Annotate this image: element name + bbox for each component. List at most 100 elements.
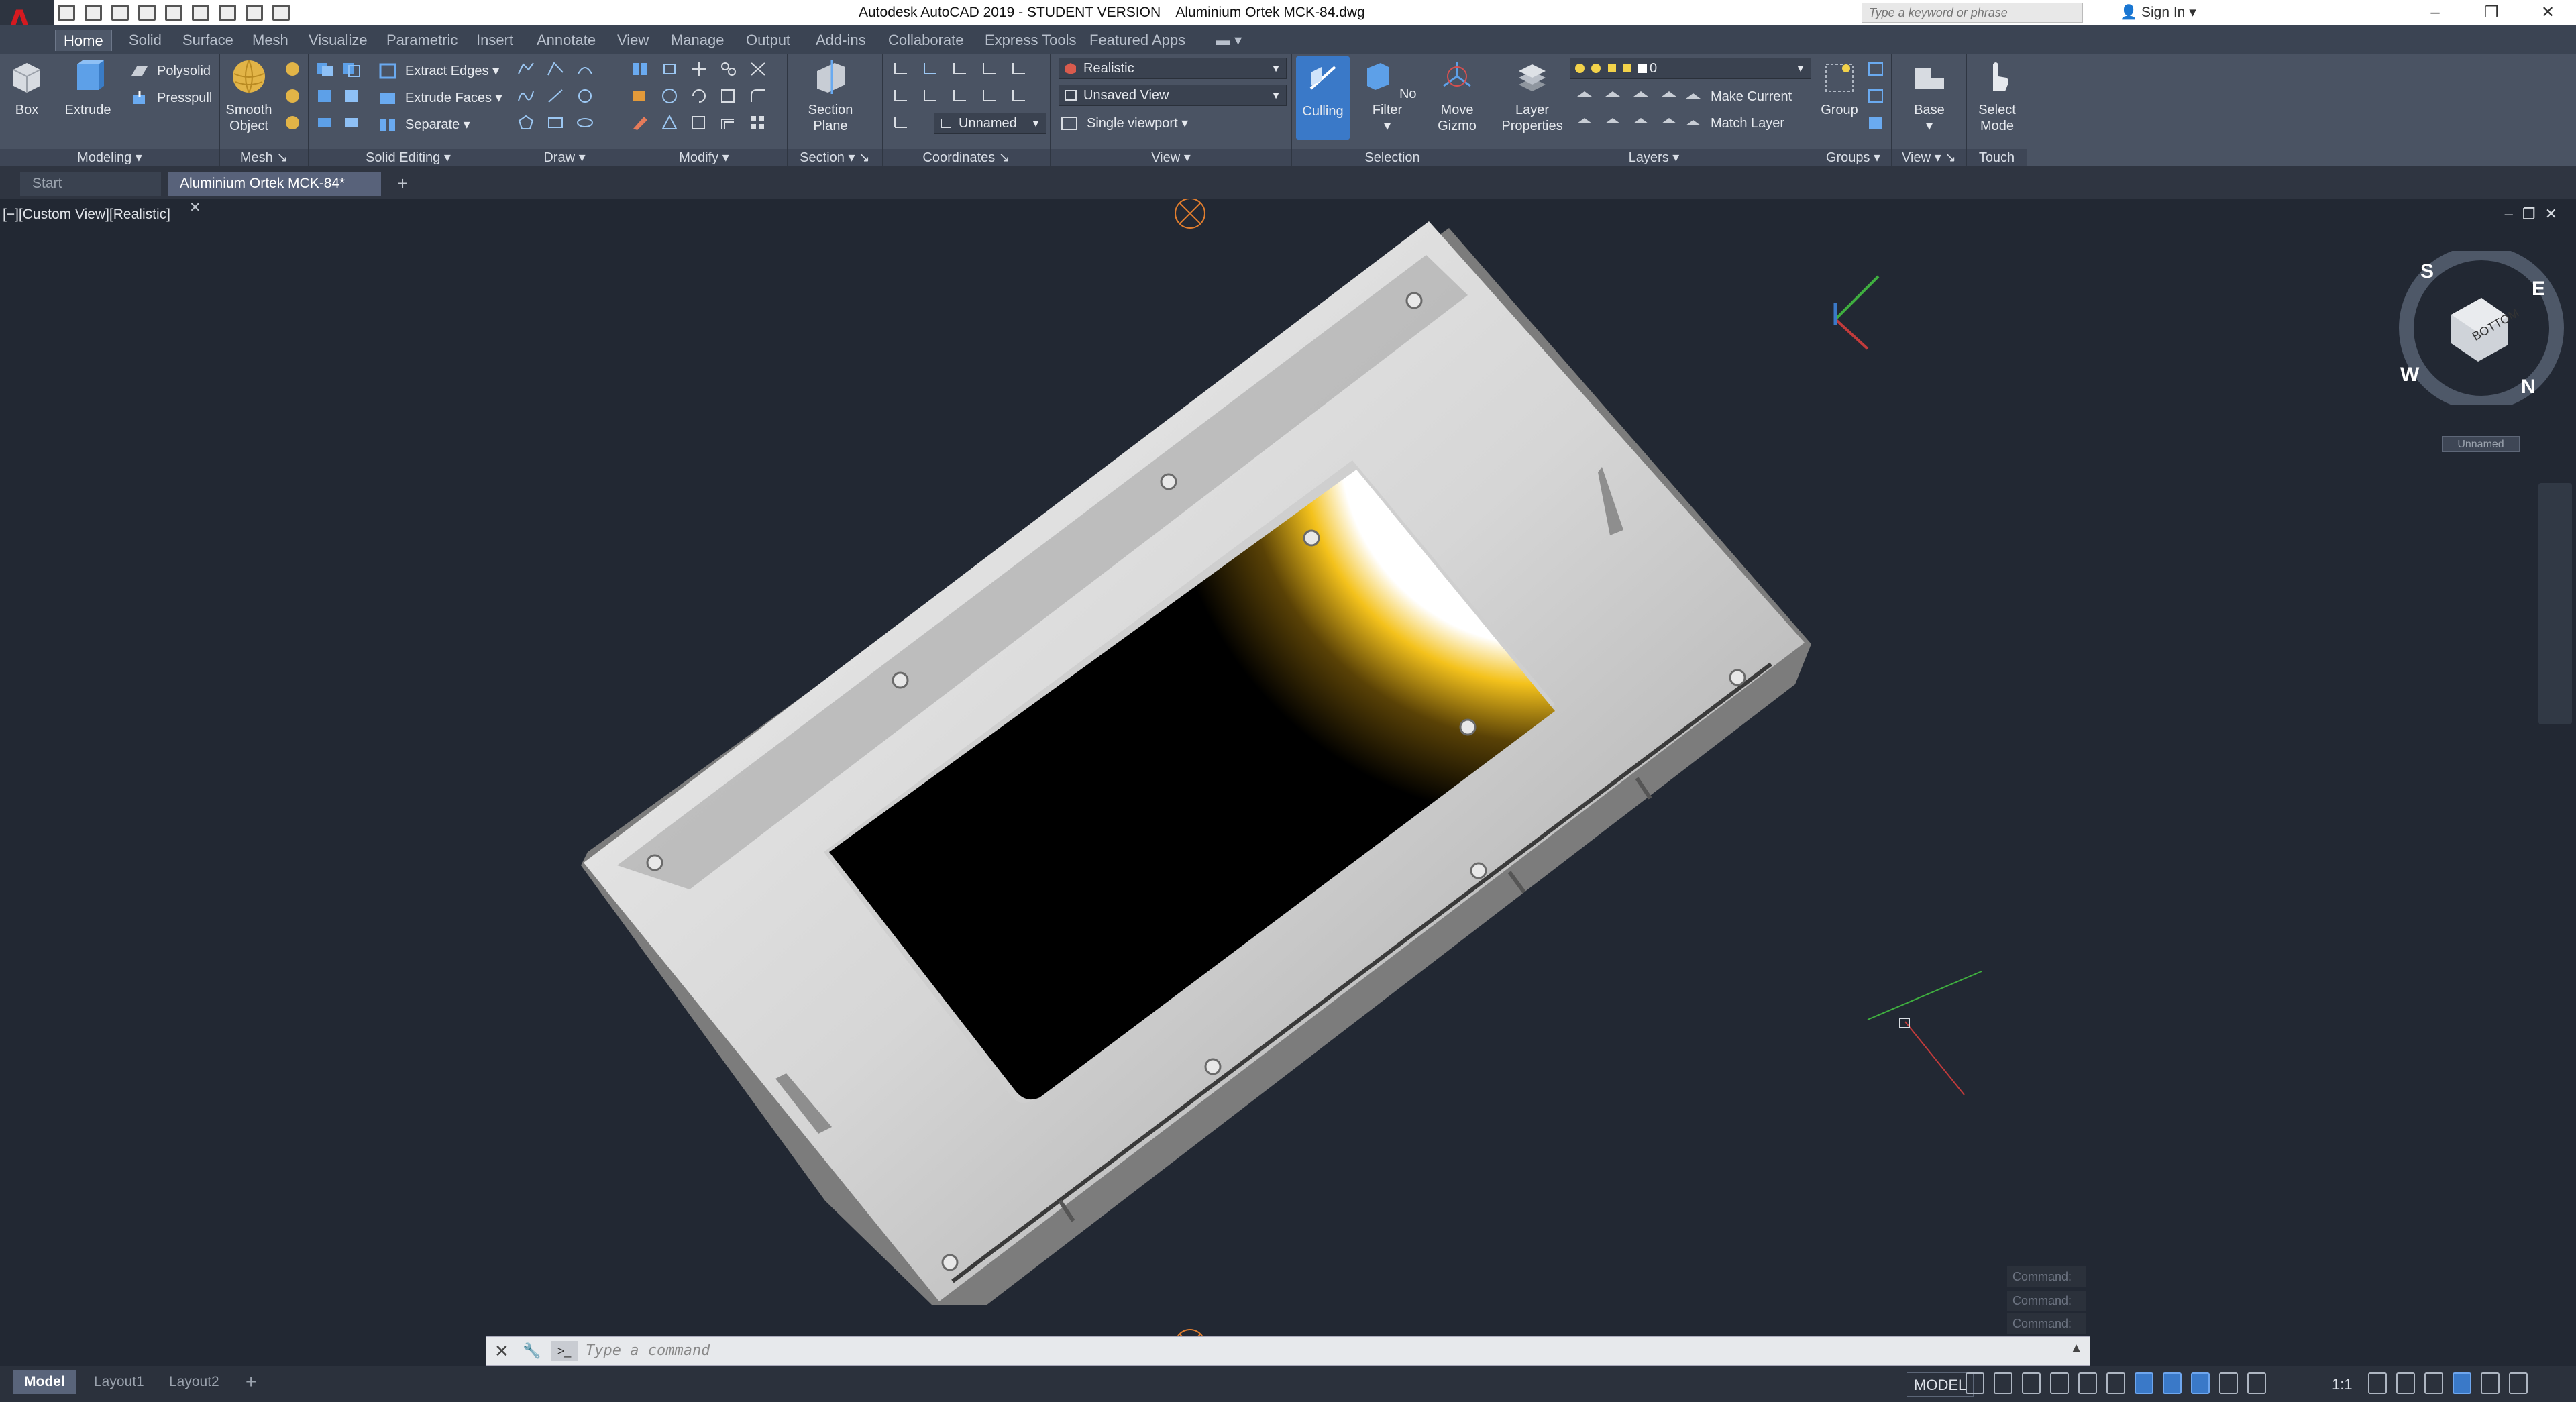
copy-icon[interactable] <box>719 60 738 78</box>
auto-scale-icon[interactable] <box>2219 1372 2238 1394</box>
snap-icon[interactable] <box>1994 1372 2012 1394</box>
base-button[interactable]: Base ▾ <box>1905 58 1953 134</box>
tab-insert[interactable]: Insert <box>468 30 521 51</box>
layer-isolate-icon[interactable] <box>1603 86 1622 103</box>
save-icon[interactable] <box>111 5 129 21</box>
save-as-icon[interactable] <box>138 5 156 21</box>
panel-modify-title[interactable]: Modify ▾ <box>621 149 787 166</box>
tab-view[interactable]: View <box>609 30 657 51</box>
viewport-restore-icon[interactable]: ❐ <box>2522 205 2545 222</box>
extrude-button[interactable]: Extrude <box>59 58 117 118</box>
restore-icon[interactable]: ❐ <box>2463 0 2520 25</box>
redo-icon[interactable] <box>272 5 290 21</box>
tab-model[interactable]: Model <box>13 1370 76 1394</box>
trim-icon[interactable] <box>749 60 767 78</box>
undo-icon[interactable] <box>246 5 263 21</box>
compass-n-label[interactable]: N <box>2521 376 2536 398</box>
move-gizmo-button[interactable]: Move Gizmo <box>1424 58 1491 134</box>
separate-button[interactable]: Separate ▾ <box>378 114 470 136</box>
tab-layout1[interactable]: Layout1 <box>83 1370 155 1394</box>
layer-lock-icon[interactable] <box>1660 86 1678 103</box>
plot-icon[interactable] <box>219 5 236 21</box>
layer-dropdown[interactable]: 0 ▼ <box>1570 58 1811 79</box>
layer-off-icon[interactable] <box>1575 86 1594 103</box>
extrude-faces-button[interactable]: Extrude Faces ▾ <box>378 87 502 109</box>
smooth-object-button[interactable]: Smooth Object <box>220 58 278 134</box>
move-icon[interactable] <box>690 60 708 78</box>
interfere-icon[interactable] <box>342 87 361 105</box>
hardware-acceleration-icon[interactable] <box>2453 1372 2471 1394</box>
select-mode-button[interactable]: Select Mode <box>1970 58 2025 134</box>
model-space-toggle[interactable]: MODEL <box>1907 1372 1974 1397</box>
saved-view-dropdown[interactable]: Unsaved View ▼ <box>1059 85 1287 106</box>
box-button[interactable]: Box <box>4 58 50 118</box>
layer-properties-button[interactable]: Layer Properties <box>1497 58 1567 134</box>
annotation-monitor-icon[interactable] <box>2396 1372 2415 1394</box>
match-layer-button[interactable]: Match Layer <box>1684 113 1784 134</box>
make-current-button[interactable]: Make Current <box>1684 86 1792 107</box>
3d-mirror-icon[interactable] <box>631 60 649 78</box>
ucs-face-icon[interactable] <box>979 87 998 105</box>
tab-active-drawing[interactable]: Aluminium Ortek MCK-84* ✕ <box>168 172 381 215</box>
no-filter-button[interactable]: No Filter ▾ <box>1354 58 1421 134</box>
circle-icon[interactable] <box>576 87 594 105</box>
visual-style-dropdown[interactable]: Realistic ▼ <box>1059 58 1287 79</box>
erase-icon[interactable] <box>631 114 649 131</box>
section-plane-button[interactable]: Section Plane <box>797 58 864 134</box>
3d-rotate-icon[interactable] <box>631 87 649 105</box>
tab-collaborate[interactable]: Collaborate <box>880 30 972 51</box>
group-selection-icon[interactable] <box>1866 114 1885 131</box>
2d-object-snap-icon[interactable] <box>2135 1372 2153 1394</box>
tab-featured-apps[interactable]: Featured Apps <box>1081 30 1193 51</box>
slice-icon[interactable] <box>315 114 334 131</box>
compass-e-label[interactable]: E <box>2532 278 2545 301</box>
panel-draw-title[interactable]: Draw ▾ <box>508 149 621 166</box>
command-history-toggle-icon[interactable]: ▲ <box>2070 1341 2083 1356</box>
rectangle-icon[interactable] <box>546 114 565 131</box>
tab-express-tools[interactable]: Express Tools <box>977 30 1085 51</box>
navigation-bar[interactable] <box>2538 483 2572 724</box>
helix-icon[interactable] <box>576 60 594 78</box>
object-snap-tracking-icon[interactable] <box>2106 1372 2125 1394</box>
panel-view-title[interactable]: View ▾ <box>1051 149 1291 166</box>
annotation-visibility-icon[interactable] <box>2191 1372 2210 1394</box>
intersect-icon[interactable] <box>315 87 334 105</box>
ucs-3point-icon[interactable] <box>1009 87 1028 105</box>
tab-annotate[interactable]: Annotate <box>529 30 604 51</box>
subtract-icon[interactable] <box>342 60 361 78</box>
presspull-button[interactable]: Presspull <box>130 87 212 109</box>
isodraft-icon[interactable] <box>2078 1372 2097 1394</box>
panel-coordinates-title[interactable]: Coordinates ↘ <box>883 149 1050 166</box>
viewport-close-icon[interactable]: ✕ <box>2545 205 2567 222</box>
panel-view-base-title[interactable]: View ▾ ↘ <box>1892 149 1966 166</box>
polar-icon[interactable] <box>2050 1372 2069 1394</box>
viewport-configuration-button[interactable]: Single viewport ▾ <box>1060 113 1188 134</box>
save-web-icon[interactable] <box>192 5 209 21</box>
rotate-icon[interactable] <box>690 87 708 105</box>
tab-home[interactable]: Home <box>55 30 112 51</box>
drawing-canvas[interactable] <box>0 199 2576 1336</box>
culling-button[interactable]: Culling <box>1296 56 1350 140</box>
annotation-scale-value[interactable]: 1:1 <box>2332 1372 2353 1397</box>
ucs-menu-button[interactable]: Unnamed <box>2442 436 2520 452</box>
customize-wrench-icon[interactable]: 🔧 <box>523 1342 541 1360</box>
offset-icon[interactable] <box>719 114 738 131</box>
tab-layout2[interactable]: Layout2 <box>158 1370 230 1394</box>
3d-object-snap-icon[interactable] <box>2163 1372 2182 1394</box>
new-icon[interactable] <box>58 5 75 21</box>
ellipse-icon[interactable] <box>576 114 594 131</box>
compass-s-label[interactable]: S <box>2420 260 2434 283</box>
polygon-icon[interactable] <box>517 114 535 131</box>
panel-mesh-title[interactable]: Mesh ↘ <box>220 149 308 166</box>
tab-start[interactable]: Start <box>20 172 161 196</box>
ungroup-icon[interactable] <box>1866 60 1885 78</box>
ucs-world-icon[interactable] <box>920 60 939 78</box>
open-web-icon[interactable] <box>165 5 182 21</box>
3d-align-icon[interactable] <box>660 60 679 78</box>
extract-edges-button[interactable]: Extract Edges ▾ <box>378 60 499 82</box>
ucs-y-icon[interactable] <box>979 60 998 78</box>
scale-icon[interactable] <box>690 114 708 131</box>
viewcube[interactable]: BOTTOM S E W N <box>2398 246 2565 411</box>
isolate-objects-icon[interactable] <box>2424 1372 2443 1394</box>
open-icon[interactable] <box>85 5 102 21</box>
